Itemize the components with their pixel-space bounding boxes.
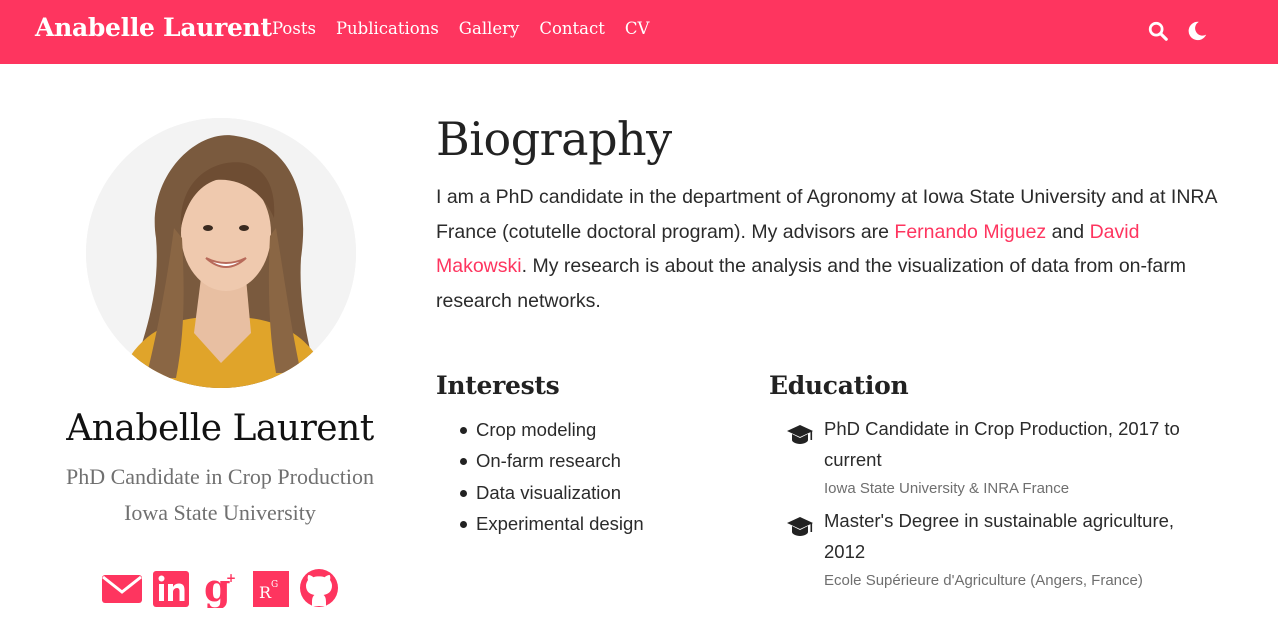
profile-role: PhD Candidate in Crop Production: [66, 464, 374, 489]
researchgate-icon[interactable]: RG: [252, 568, 290, 608]
advisor-link-fernando-miguez[interactable]: Fernando Miguez: [894, 221, 1046, 243]
biography-text: I am a PhD candidate in the department o…: [436, 180, 1226, 318]
brand-link[interactable]: Anabelle Laurent: [35, 13, 272, 42]
envelope-icon[interactable]: [100, 568, 144, 608]
interest-item: Crop modeling: [458, 414, 644, 445]
nav-link-publications[interactable]: Publications: [336, 19, 439, 38]
top-navbar: Anabelle Laurent Posts Publications Gall…: [0, 0, 1278, 64]
bio-text-part: and: [1046, 220, 1090, 243]
education-course: PhD Candidate in Crop Production, 2017 t…: [824, 418, 1180, 470]
interest-item: Experimental design: [458, 508, 644, 539]
education-item: Master's Degree in sustainable agricultu…: [786, 505, 1206, 595]
education-course: Master's Degree in sustainable agricultu…: [824, 510, 1175, 562]
nav-link-posts[interactable]: Posts: [272, 19, 316, 38]
github-icon[interactable]: [298, 568, 340, 608]
moon-icon[interactable]: [1186, 20, 1208, 42]
nav-links: Posts Publications Gallery Contact CV: [272, 19, 669, 38]
bio-text-part: . My research is about the analysis and …: [436, 255, 1187, 312]
interests-title: Interests: [436, 371, 560, 400]
graduation-cap-icon: [786, 424, 814, 446]
nav-link-gallery[interactable]: Gallery: [459, 19, 520, 38]
interest-item: Data visualization: [458, 477, 644, 508]
avatar: [86, 118, 356, 388]
nav-link-cv[interactable]: CV: [625, 19, 650, 38]
interest-item: On-farm research: [458, 445, 644, 476]
nav-link-contact[interactable]: Contact: [539, 19, 605, 38]
education-institution: Ecole Supérieure d'Agriculture (Angers, …: [824, 572, 1143, 589]
linkedin-icon[interactable]: [152, 568, 190, 608]
svg-text:G: G: [271, 580, 278, 590]
education-institution: Iowa State University & INRA France: [824, 480, 1070, 497]
search-icon[interactable]: [1147, 20, 1169, 42]
interests-list: Crop modeling On-farm research Data visu…: [458, 414, 644, 539]
profile-organization: Iowa State University: [124, 500, 316, 525]
profile-name: Anabelle Laurent: [66, 408, 374, 449]
biography-title: Biography: [436, 112, 672, 166]
google-scholar-icon[interactable]: g +: [202, 568, 240, 608]
svg-text:+: +: [226, 571, 236, 585]
education-item: PhD Candidate in Crop Production, 2017 t…: [786, 413, 1206, 503]
graduation-cap-icon: [786, 516, 814, 538]
education-title: Education: [769, 371, 909, 400]
